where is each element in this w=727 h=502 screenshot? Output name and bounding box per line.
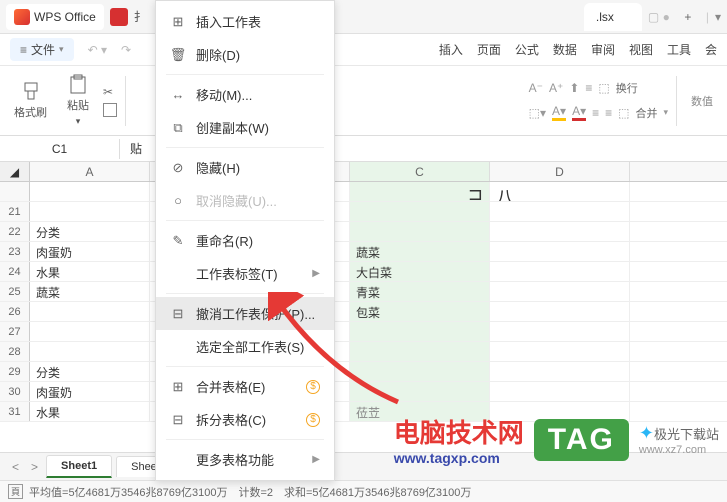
merge-button[interactable]: ⬚	[618, 106, 629, 120]
file-menu[interactable]: ≡ 文件 ▾	[10, 38, 74, 61]
file-tab[interactable]: .lsx	[584, 3, 642, 31]
menu-insert[interactable]: 插入	[439, 41, 463, 58]
menu-bar: ≡ 文件 ▾ ↶ ▾ ↷ 插入 页面 公式 数据 审阅 视图 工具 会	[0, 34, 727, 66]
ctx-rename[interactable]: ✎重命名(R)	[156, 224, 334, 257]
ctx-more-functions[interactable]: 更多表格功能▶	[156, 443, 334, 476]
tab-divider: |	[706, 10, 709, 24]
split-icon: ⊟	[170, 412, 186, 428]
font-size-increase[interactable]: A⁺	[549, 81, 563, 95]
chevron-right-icon: ▶	[312, 268, 320, 279]
doc-icon	[110, 8, 128, 26]
star-icon: ✦	[639, 423, 654, 443]
unlock-icon: ⊟	[170, 306, 186, 322]
wps-icon	[14, 9, 30, 25]
spreadsheet-grid[interactable]: ◢ A C D ⊐八 21 22分类 23肉蛋奶蔬菜 24水果大白菜 25蔬菜青…	[0, 162, 727, 452]
align-top[interactable]: ⬆	[569, 81, 579, 95]
menu-review[interactable]: 审阅	[591, 41, 615, 58]
col-header-d[interactable]: D	[490, 162, 630, 181]
ctx-move[interactable]: ↔移动(M)...	[156, 78, 334, 111]
watermark-logo-1: 电脑技术网 www.tagxp.com	[394, 413, 524, 466]
col-header-c[interactable]: C	[350, 162, 490, 181]
align-left[interactable]: ≡	[585, 81, 592, 95]
plus-sheet-icon: ⊞	[170, 14, 186, 30]
paste-icon	[68, 74, 88, 94]
font-color[interactable]: A▾	[572, 104, 586, 121]
ctx-copy[interactable]: ⧉创建副本(W)	[156, 111, 334, 144]
column-headers: ◢ A C D	[0, 162, 727, 182]
name-box[interactable]: C1	[0, 139, 120, 159]
doc-tab-partial[interactable]: 扌	[134, 8, 146, 25]
menu-formula[interactable]: 公式	[515, 41, 539, 58]
hide-icon: ⊘	[170, 160, 186, 176]
cut-icon[interactable]: ✂	[103, 85, 117, 99]
cell-data[interactable]: 分类	[30, 222, 150, 241]
menu-redo[interactable]: ↷	[121, 43, 131, 57]
col-header-a[interactable]: A	[30, 162, 150, 181]
copy-icon: ⧉	[170, 120, 186, 136]
tab-indicator: ▢ ●	[648, 10, 670, 24]
watermark-logo-2: ✦极光下载站 www.xz7.com	[639, 423, 719, 456]
ctx-unhide: ○取消隐藏(U)...	[156, 184, 334, 217]
paste-button[interactable]: 粘贴▾	[61, 70, 95, 131]
menu-tools[interactable]: 工具	[667, 41, 691, 58]
ctx-split-tables[interactable]: ⊟拆分表格(C)$	[156, 403, 334, 436]
ctx-unprotect-sheet[interactable]: ⊟撤消工作表保护(P)...	[156, 297, 334, 330]
trash-icon: 🗑	[170, 47, 186, 63]
number-format-button[interactable]: 数值	[685, 89, 719, 113]
fill-color[interactable]: A▾	[552, 104, 566, 121]
align-mid[interactable]: ≡	[592, 106, 599, 120]
status-mode-icon: 頁	[8, 484, 23, 499]
toolbar: 格式刷 粘贴▾ ✂ A⁻ A⁺ ⬆ ≡ ⬚ 换行 ⬚▾ A▾ A▾ ≡ ≡ ⬚ …	[0, 66, 727, 136]
ctx-select-all-sheets[interactable]: 选定全部工作表(S)	[156, 330, 334, 363]
watermark-tag: TAG	[534, 419, 629, 461]
sheet-tab[interactable]: Sheet1	[46, 455, 112, 478]
formula-bar: C1 贴	[0, 136, 727, 162]
menu-page[interactable]: 页面	[477, 41, 501, 58]
font-size-decrease[interactable]: A⁻	[529, 81, 543, 95]
ctx-tab-color[interactable]: 工作表标签(T)▶	[156, 257, 334, 290]
menu-undo[interactable]: ↶ ▾	[88, 43, 107, 57]
watermark-overlay: 电脑技术网 www.tagxp.com TAG ✦极光下载站 www.xz7.c…	[394, 413, 719, 466]
ctx-insert-sheet[interactable]: ⊞插入工作表	[156, 5, 334, 38]
merge-icon: ⊞	[170, 379, 186, 395]
app-name: WPS Office	[34, 10, 96, 24]
title-bar: WPS Office 扌 .lsx ▢ ● + | ▾	[0, 0, 727, 34]
status-bar: 頁 平均值=5亿4681万3546兆8769亿3100万 计数=2 求和=5亿4…	[0, 480, 727, 502]
app-logo[interactable]: WPS Office	[6, 4, 104, 30]
ctx-delete[interactable]: 🗑删除(D)	[156, 38, 334, 71]
premium-badge-icon: $	[306, 380, 320, 394]
premium-badge-icon: $	[306, 413, 320, 427]
menu-view[interactable]: 视图	[629, 41, 653, 58]
ctx-merge-tables[interactable]: ⊞合并表格(E)$	[156, 370, 334, 403]
ctx-hide[interactable]: ⊘隐藏(H)	[156, 151, 334, 184]
context-menu: ⊞插入工作表 🗑删除(D) ↔移动(M)... ⧉创建副本(W) ⊘隐藏(H) …	[155, 0, 335, 481]
format-brush-button[interactable]: 格式刷	[8, 77, 53, 124]
status-text: 平均值=5亿4681万3546兆8769亿3100万 计数=2 求和=5亿468…	[29, 484, 471, 500]
brush-icon	[21, 81, 41, 101]
unhide-icon: ○	[170, 193, 186, 209]
border-button[interactable]: ⬚▾	[529, 106, 546, 120]
add-tab-button[interactable]: +	[676, 5, 700, 29]
sheet-nav-prev[interactable]: <	[8, 460, 23, 474]
move-icon: ↔	[170, 87, 186, 103]
dropdown-icon[interactable]: ▾	[715, 10, 721, 24]
chevron-right-icon: ▶	[312, 454, 320, 465]
rename-icon: ✎	[170, 233, 186, 249]
wrap-text[interactable]: ⬚	[598, 81, 609, 95]
grid-rows: ⊐八 21 22分类 23肉蛋奶蔬菜 24水果大白菜 25蔬菜青菜 26包菜 2…	[0, 182, 727, 422]
align-h[interactable]: ≡	[605, 106, 612, 120]
menu-member[interactable]: 会	[705, 41, 717, 58]
menu-data[interactable]: 数据	[553, 41, 577, 58]
select-all-corner[interactable]: ◢	[0, 162, 30, 181]
row-header[interactable]	[0, 182, 30, 201]
copy-icon[interactable]	[103, 103, 117, 117]
sheet-nav-next[interactable]: >	[27, 460, 42, 474]
